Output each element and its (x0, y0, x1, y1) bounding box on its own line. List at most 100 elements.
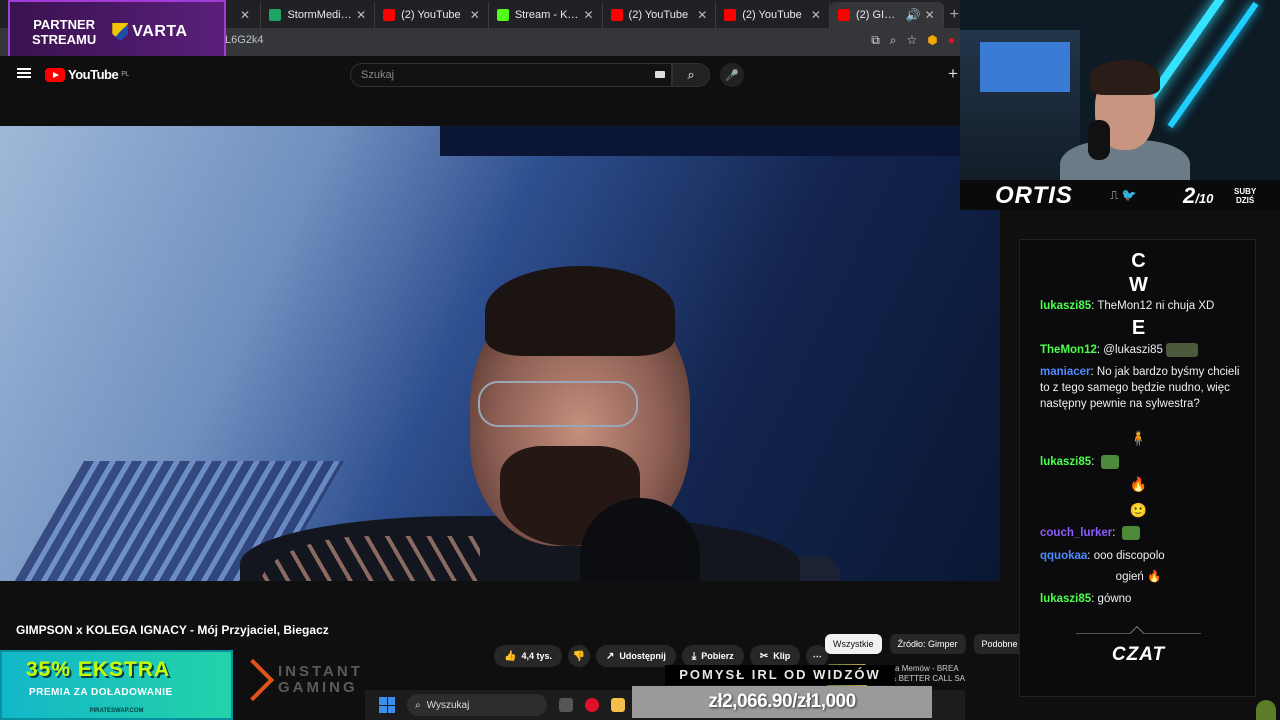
partner-line2: STREAMU (32, 32, 97, 47)
tab-0[interactable]: ✕ (228, 2, 262, 28)
streamer-hair (1090, 60, 1160, 95)
youtube-icon (383, 9, 396, 21)
video-hair (485, 266, 675, 356)
emote-icon (1165, 342, 1198, 357)
instant-line2: GAMING (278, 679, 358, 696)
video-player[interactable] (0, 126, 1000, 581)
speaker-icon[interactable]: 🔊 (906, 8, 921, 22)
youtube-icon (837, 9, 850, 21)
chat-message: qquokaa: ooo discopolo (1040, 550, 1165, 562)
opera-icon[interactable] (585, 698, 599, 712)
close-icon[interactable]: ✕ (583, 8, 593, 22)
taskbar-search[interactable]: ⌕ Wyszukaj (407, 694, 547, 716)
fire-icon: 🔥 (1143, 571, 1162, 583)
tab-1[interactable]: StormMedia x Inst ✕ (261, 2, 376, 28)
download-button[interactable]: ⤓ Pobierz (681, 645, 744, 667)
tab-5[interactable]: (2) YouTube ✕ (716, 2, 830, 28)
chat-username[interactable]: maniacer (1040, 366, 1091, 378)
opera-icon[interactable]: ● (948, 33, 955, 48)
share-button[interactable]: ↗ Udostępnij (595, 645, 676, 667)
social-icons: ⎍ 🐦 (1110, 188, 1137, 203)
close-icon[interactable]: ✕ (811, 8, 821, 22)
tab-3[interactable]: Stream - Kick Dash✕ (489, 2, 603, 28)
search-input[interactable]: Szukaj (350, 63, 672, 87)
create-icon[interactable]: + (948, 64, 958, 84)
thumbs-up-icon: 👍 (504, 650, 517, 662)
thumbs-down-icon: 👎 (572, 650, 586, 662)
mascot-icon (1256, 700, 1276, 720)
tab-title: Stream - Kick Dash (514, 9, 580, 21)
pirateswap-ad: 35% EKSTRA PREMIA ZA DOŁADOWANIE PIRATES… (0, 650, 233, 720)
menu-icon[interactable] (17, 68, 31, 78)
chat-username[interactable]: lukaszi85 (1040, 593, 1091, 605)
close-icon[interactable]: ✕ (925, 8, 935, 22)
chat-letter: E (1131, 317, 1146, 339)
search-button[interactable]: ⌕ (672, 63, 710, 87)
cast-icon[interactable]: ⧉ (871, 33, 880, 48)
emote-icon (1121, 525, 1140, 540)
chat-title: CZAT (1111, 644, 1166, 665)
brand-name: VARTA (132, 23, 188, 40)
instant-line1: INSTANT (278, 663, 363, 680)
tab-title: (2) GIMPSON x (855, 9, 902, 21)
webcam-feed (960, 0, 1280, 180)
webcam-screen (980, 42, 1070, 92)
dislike-button[interactable]: 👎 (567, 645, 590, 667)
ad-subline: PREMIA ZA DOŁADOWANIE (29, 687, 173, 698)
chat-letter: C (1131, 250, 1146, 272)
youtube-play-icon (45, 67, 65, 82)
video-glasses (478, 381, 638, 427)
chat-username[interactable]: lukaszi85 (1040, 300, 1091, 312)
folder-icon[interactable] (611, 698, 625, 712)
varta-shield-icon (112, 23, 129, 41)
close-icon[interactable]: ✕ (697, 8, 707, 22)
clip-button[interactable]: ✂ Klip (749, 645, 801, 667)
close-icon[interactable]: ✕ (470, 8, 480, 22)
chat-username[interactable]: TheMon12 (1040, 344, 1097, 356)
star-icon[interactable]: ☆ (907, 33, 918, 48)
close-icon[interactable]: ✕ (356, 8, 366, 22)
subs-counter: 2/10 (1183, 183, 1213, 209)
keyboard-icon[interactable] (655, 71, 665, 78)
search-icon: ⌕ (687, 67, 695, 82)
chip-all[interactable]: Wszystkie (825, 634, 882, 654)
chip-related[interactable]: Podobne (973, 634, 1026, 654)
youtube-logo-text: YouTube (68, 67, 119, 82)
extension-icon[interactable]: ⬢ (927, 33, 937, 48)
url-field[interactable]: L6G2k4 (225, 34, 264, 46)
tab-title: (2) YouTube (742, 9, 802, 21)
chat-username[interactable]: lukaszi85 (1040, 456, 1091, 468)
tab-6-active[interactable]: (2) GIMPSON x 🔊 ✕ (829, 2, 944, 28)
like-count: 4,4 tys. (521, 651, 552, 661)
chat-message: maniacer: No jak bardzo byśmy chcieli to… (1040, 366, 1240, 410)
recommendation-chips: Wszystkie Źródło: Gimper Podobne (825, 634, 1026, 654)
chat-letter: W (1129, 274, 1148, 296)
chat-username[interactable]: qquokaa (1040, 550, 1087, 562)
video-actions: 👍 4,4 tys. 👎 ↗ Udostępnij ⤓ Pobierz ✂ Klip ⋯ (494, 645, 829, 667)
like-button[interactable]: 👍 4,4 tys. (494, 645, 562, 667)
close-icon[interactable]: ✕ (240, 8, 250, 22)
chat-text: @lukaszi85 (1103, 344, 1163, 356)
chat-username[interactable]: couch_lurker (1040, 527, 1112, 539)
tab-2[interactable]: (2) YouTube ✕ (375, 2, 489, 28)
task-view-icon[interactable] (559, 698, 573, 712)
chat-panel: C W lukaszi85: TheMon12 ni chuja XD E Th… (1019, 239, 1256, 697)
chat-message: couch_lurker: (1040, 525, 1240, 541)
zoom-icon[interactable]: ⌕ (890, 33, 897, 48)
chip-source[interactable]: Źródło: Gimper (889, 634, 966, 654)
voice-search-button[interactable]: 🎤 (720, 63, 744, 87)
subs-label: SUBY DZIŚ (1234, 187, 1256, 205)
tab-4[interactable]: (2) YouTube ✕ (603, 2, 717, 28)
chat-text: ogień (1115, 571, 1144, 583)
streamer-microphone (1088, 120, 1110, 160)
instant-gaming-logo: INSTANT GAMING (231, 658, 363, 702)
goal-title: POMYSŁ IRL OD WIDZÓW (665, 665, 895, 685)
youtube-logo[interactable]: YouTube PL (45, 67, 129, 82)
windows-start-icon[interactable] (379, 697, 395, 713)
streamer-name: ORTIS (995, 182, 1073, 209)
donation-goal: zł2,066.90/zł1,000 (632, 686, 932, 718)
youtube-icon (610, 9, 623, 21)
chat-text: gówno (1097, 593, 1132, 605)
partner-line1: PARTNER (33, 17, 96, 32)
twitch-icon: ⎍ (1110, 188, 1119, 202)
